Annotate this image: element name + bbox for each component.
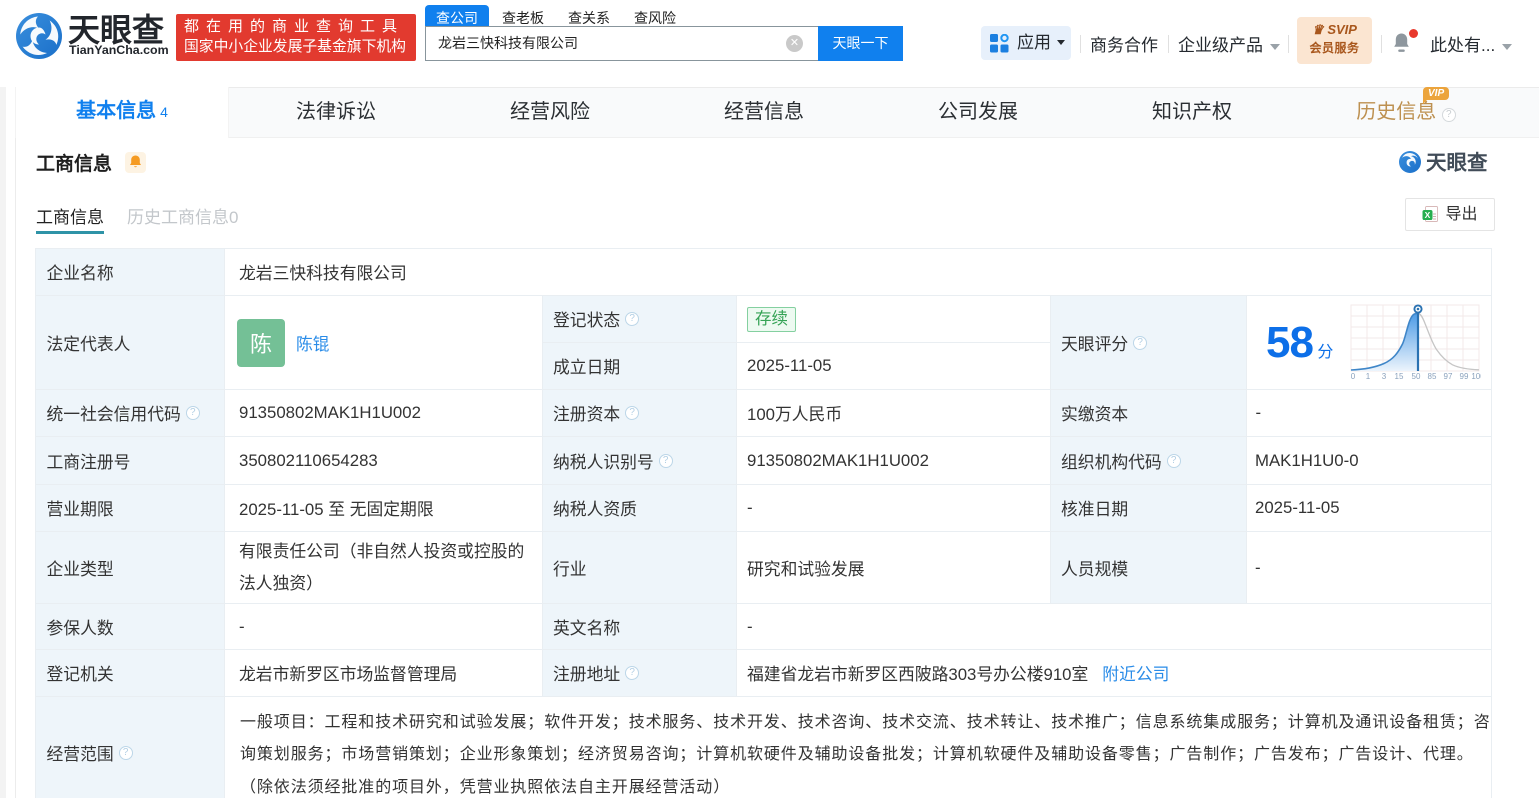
svg-text:天眼查: 天眼查	[1426, 151, 1488, 175]
svg-text:97: 97	[1444, 372, 1453, 380]
svg-text:3: 3	[1382, 372, 1387, 380]
svg-text:100: 100	[1471, 372, 1481, 380]
svg-text:99: 99	[1460, 372, 1469, 380]
svg-text:0: 0	[1351, 372, 1356, 380]
svg-text:85: 85	[1428, 372, 1437, 380]
svg-text:1: 1	[1366, 372, 1371, 380]
svg-text:50: 50	[1412, 372, 1421, 380]
svg-text:15: 15	[1395, 372, 1404, 380]
svg-text:X: X	[1425, 210, 1431, 220]
